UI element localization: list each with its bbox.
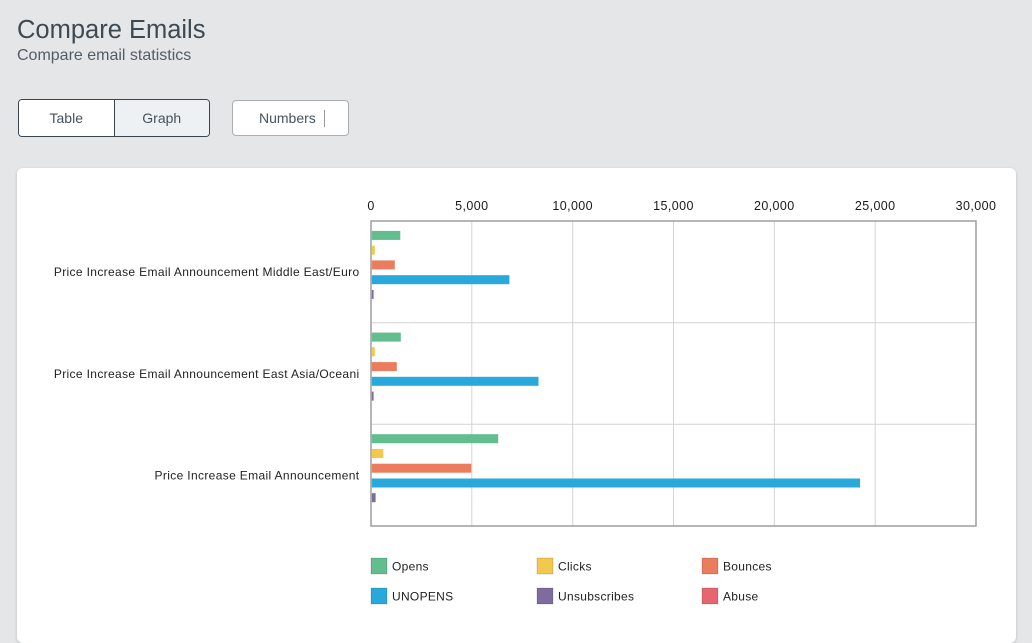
svg-text:0: 0 xyxy=(367,199,374,213)
svg-text:Abuse: Abuse xyxy=(723,590,759,604)
svg-text:15,000: 15,000 xyxy=(653,199,694,213)
svg-text:Bounces: Bounces xyxy=(723,560,772,574)
svg-text:Opens: Opens xyxy=(392,560,429,574)
svg-text:Price Increase Email Announcem: Price Increase Email Announcement Middle… xyxy=(54,265,360,279)
svg-text:Clicks: Clicks xyxy=(558,560,592,574)
svg-text:UNOPENS: UNOPENS xyxy=(392,590,453,604)
svg-text:5,000: 5,000 xyxy=(455,199,488,213)
svg-text:25,000: 25,000 xyxy=(855,199,896,213)
svg-text:20,000: 20,000 xyxy=(754,199,795,213)
svg-text:10,000: 10,000 xyxy=(552,199,593,213)
svg-text:Price Increase Email Announcem: Price Increase Email Announcement xyxy=(155,469,360,483)
svg-text:Unsubscribes: Unsubscribes xyxy=(558,590,634,604)
svg-text:Price Increase Email Announcem: Price Increase Email Announcement East A… xyxy=(54,367,360,381)
svg-text:30,000: 30,000 xyxy=(956,199,997,213)
